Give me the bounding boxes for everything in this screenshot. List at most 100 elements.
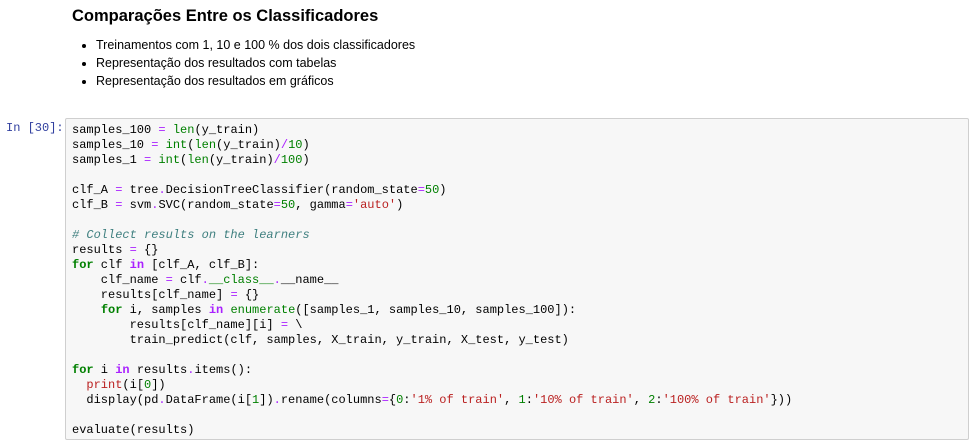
code-token: __class__ <box>208 273 274 287</box>
code-token: samples_1 <box>72 153 145 167</box>
code-token: len <box>187 153 209 167</box>
code-token: i <box>93 363 116 377</box>
code-token: (i[ <box>122 378 145 392</box>
bullet-item: Treinamentos com 1, 10 e 100 % dos dois … <box>96 36 962 54</box>
code-token: ]) <box>151 378 166 392</box>
code-token: / <box>280 138 289 152</box>
code-token: = <box>381 393 389 407</box>
code-line: train_predict(clf, samples, X_train, y_t… <box>72 333 968 348</box>
code-token: items(): <box>194 363 253 377</box>
code-token: 50 <box>280 198 296 212</box>
code-token: {} <box>237 288 260 302</box>
code-token: enumerate <box>230 303 296 317</box>
code-token: . <box>158 183 166 197</box>
code-token: in <box>208 303 224 317</box>
code-line: samples_1 = int(len(y_train)/100) <box>72 153 968 168</box>
bullet-item: Representação dos resultados com tabelas <box>96 54 962 72</box>
code-token: evaluate(results) <box>72 423 195 437</box>
code-token: results <box>129 363 188 377</box>
code-token: : <box>403 393 411 407</box>
code-token: in <box>115 363 130 377</box>
code-token: for <box>100 303 123 317</box>
code-token: = <box>165 273 173 287</box>
code-line: clf_name = clf.__class__.__name__ <box>72 273 968 288</box>
code-token: DataFrame(i[ <box>165 393 253 407</box>
code-token: samples_100 <box>72 123 159 137</box>
code-token: DecisionTreeClassifier(random_state <box>165 183 418 197</box>
code-token: . <box>273 393 281 407</box>
code-token: '1% of train' <box>410 393 505 407</box>
code-token: = <box>273 198 281 212</box>
code-token: clf_A <box>72 183 116 197</box>
code-line: for clf in [clf_A, clf_B]: <box>72 258 968 273</box>
code-token: for <box>72 363 94 377</box>
code-token: clf <box>93 258 130 272</box>
code-token: ) <box>302 153 310 167</box>
code-line: for i, samples in enumerate([samples_1, … <box>72 303 968 318</box>
code-token: , <box>633 393 649 407</box>
code-token: clf <box>172 273 202 287</box>
code-token: in <box>129 258 145 272</box>
code-token: '10% of train' <box>532 393 634 407</box>
code-token: = <box>417 183 425 197</box>
code-line: display(pd.DataFrame(i[1]).rename(column… <box>72 393 968 408</box>
code-token: })) <box>770 393 793 407</box>
code-token: clf_B <box>72 198 116 212</box>
code-token: results <box>72 243 130 257</box>
code-cell-editor[interactable]: samples_100 = len(y_train) samples_10 = i… <box>65 118 969 440</box>
code-token: svm <box>122 198 152 212</box>
code-token: for <box>72 258 94 272</box>
code-line: results[clf_name][i] = \ <box>72 318 968 333</box>
code-line: results = {} <box>72 243 968 258</box>
code-token: ]) <box>259 393 274 407</box>
code-token: train_predict(clf, samples, X_train, y_t… <box>72 333 569 347</box>
code-token: = <box>158 123 166 137</box>
section-heading: Comparações Entre os Classificadores <box>72 7 379 25</box>
code-text[interactable]: samples_100 = len(y_train) samples_10 = i… <box>66 119 968 438</box>
code-token: samples_10 <box>72 138 152 152</box>
code-line: samples_10 = int(len(y_train)/10) <box>72 138 968 153</box>
code-token: 10 <box>288 138 303 152</box>
code-token: len <box>194 138 217 152</box>
code-token: . <box>273 273 281 287</box>
code-token: int <box>165 138 188 152</box>
code-token: ) <box>302 138 310 152</box>
code-token: 'auto' <box>352 198 397 212</box>
code-token: print <box>86 378 123 392</box>
code-line: samples_100 = len(y_train) <box>72 123 968 138</box>
code-token: results[clf_name][i] <box>72 318 281 332</box>
bullet-list: Treinamentos com 1, 10 e 100 % dos dois … <box>72 36 962 90</box>
code-line: # Collect results on the learners <box>72 228 968 243</box>
code-token: = <box>280 318 289 332</box>
code-token: clf_name <box>72 273 166 287</box>
code-token: . <box>158 393 166 407</box>
code-token: {} <box>136 243 159 257</box>
input-prompt: In [30]: <box>6 121 64 135</box>
code-line: results[clf_name] = {} <box>72 288 968 303</box>
code-token: = <box>230 288 238 302</box>
code-token: . <box>201 273 209 287</box>
bullet-item: Representação dos resultados em gráficos <box>96 72 962 90</box>
code-token: '100% of train' <box>662 393 771 407</box>
code-token: : <box>655 393 663 407</box>
code-token: (y_train) <box>194 123 260 137</box>
code-token: = <box>129 243 137 257</box>
code-line: clf_B = svm.SVC(random_state=50, gamma='… <box>72 198 968 213</box>
code-token: # Collect results on the learners <box>72 228 310 242</box>
code-token: tree <box>122 183 159 197</box>
code-token: results[clf_name] <box>72 288 231 302</box>
code-token: [clf_A, clf_B]: <box>144 258 260 272</box>
code-token: (y_train) <box>208 153 274 167</box>
markdown-cell[interactable]: Comparações Entre os Classificadores Tre… <box>72 0 962 90</box>
code-token: : <box>525 393 533 407</box>
code-token: (y_train) <box>216 138 281 152</box>
code-token: display(pd <box>72 393 159 407</box>
code-token: ) <box>396 198 404 212</box>
